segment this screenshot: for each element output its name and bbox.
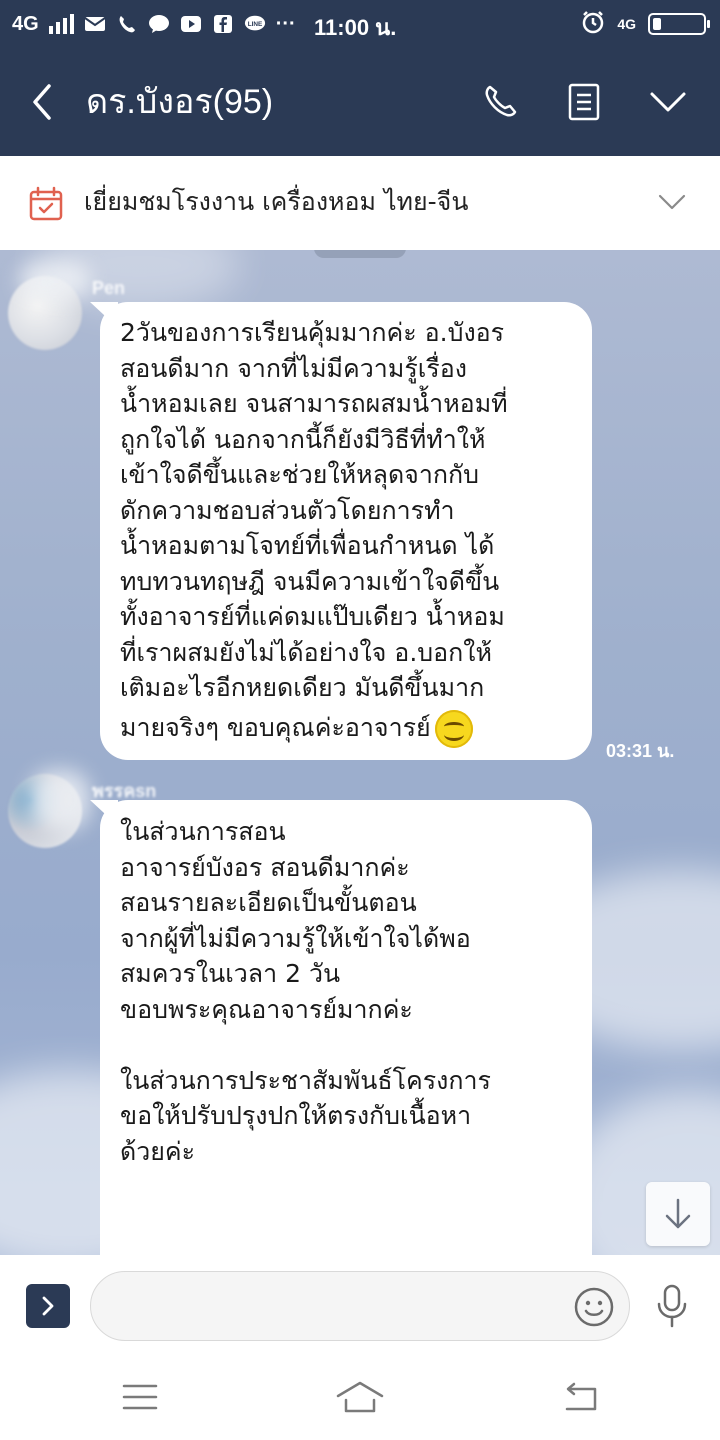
- expand-button[interactable]: [26, 1284, 70, 1328]
- more-icon: ···: [275, 12, 296, 35]
- back-nav-button[interactable]: [550, 1375, 610, 1419]
- message-time: 03:31 น.: [606, 741, 675, 761]
- calendar-icon: [29, 186, 63, 221]
- facebook-icon: [212, 15, 234, 33]
- message-line: 2วันของการเรียนคุ้มมากค่ะ อ.บังอร: [120, 318, 505, 347]
- phone-icon: [485, 85, 517, 117]
- smiley-icon: [574, 1287, 614, 1327]
- status-time: 11:00 น.: [314, 15, 397, 40]
- line-icon: LINE: [244, 15, 266, 33]
- message-line: เติมอะไรอีกหยดเดียว มันดีขึ้นมาก: [120, 673, 485, 702]
- menu-expand-button[interactable]: [644, 78, 692, 126]
- message-line: ทบทวนทฤษฎี จนมีความเข้าใจดีขึ้น: [120, 566, 500, 596]
- message-line: อาจารย์บังอร สอนดีมากค่ะ: [120, 852, 410, 882]
- message-bubble[interactable]: 2วันของการเรียนคุ้มมากค่ะ อ.บังอร สอนดีม…: [100, 302, 592, 760]
- signal-icon: [48, 14, 74, 34]
- chat-title: ดร.บังอร(95): [86, 83, 274, 121]
- navigation-bar: [0, 1355, 720, 1440]
- date-pill: [314, 250, 406, 258]
- message-line: ขอบพระคุณอาจารย์มากค่ะ: [120, 994, 413, 1024]
- message-last-line: มายจริงๆ ขอบคุณค่ะอาจารย์: [120, 709, 574, 748]
- message-line: มายจริงๆ ขอบคุณค่ะอาจารย์: [120, 712, 431, 742]
- message-line: จากผู้ที่ไม่มีความรู้ให้เข้าใจได้พอ: [120, 923, 471, 953]
- phone-icon: [116, 15, 138, 33]
- menu-button[interactable]: [110, 1375, 170, 1419]
- avatar-blur: [20, 260, 90, 300]
- message-line: น้ำหอมเลย จนสามารถผสมน้ำหอมที่: [120, 389, 508, 418]
- back-icon: [33, 84, 51, 120]
- microphone-icon: [657, 1284, 687, 1328]
- sender-name: Pen: [92, 278, 126, 298]
- message-line: ถูกใจได้ นอกจากนี้ก็ยังมีวิธีที่ทำให้: [120, 424, 486, 454]
- message-line: สมควรในเวลา 2 วัน: [120, 959, 341, 988]
- arrow-down-icon: [665, 1198, 691, 1229]
- svg-text:LINE: LINE: [247, 21, 262, 28]
- status-bar: 4G LINE ··· 11:00 น. 4G: [0, 0, 720, 48]
- alarm-icon: [581, 10, 605, 37]
- message-bubble[interactable]: ในส่วนการสอน อาจารย์บังอร สอนดีมากค่ะ สอ…: [100, 800, 592, 1255]
- message-line: ขอให้ปรับปรุงปกให้ตรงกับเนื้อหา: [120, 1101, 472, 1130]
- message-line: สอนดีมาก จากที่ไม่มีความรู้เรื่อง: [120, 353, 467, 383]
- youtube-icon: [180, 15, 202, 33]
- mail-icon: [84, 15, 106, 33]
- smile-emoji-icon: [434, 709, 473, 748]
- message-line: ในส่วนการสอน: [120, 817, 286, 846]
- status-right: 4G: [581, 10, 710, 37]
- voice-button[interactable]: [650, 1281, 694, 1331]
- message-line: [120, 1027, 574, 1063]
- network-label-right: 4G: [617, 15, 636, 32]
- message-line: น้ำหอมตามโจทย์ที่เพื่อนกำหนด ได้: [120, 531, 495, 560]
- home-button[interactable]: [330, 1375, 390, 1419]
- pinned-announcement[interactable]: เยี่ยมชมโรงงาน เครื่องหอม ไทย-จีน: [0, 156, 720, 250]
- pinned-title: เยี่ยมชมโรงงาน เครื่องหอม ไทย-จีน: [84, 187, 469, 216]
- status-left: 4G LINE ···: [12, 10, 296, 38]
- back-icon: [565, 1382, 597, 1411]
- input-bar: [0, 1255, 720, 1355]
- chevron-down-icon: [650, 92, 686, 112]
- chat-header: ดร.บังอร(95): [0, 48, 720, 156]
- network-label: 4G: [12, 12, 39, 35]
- avatar-blur: [30, 770, 90, 830]
- scroll-down-button[interactable]: [646, 1182, 710, 1246]
- battery-icon: [648, 12, 710, 35]
- home-icon: [336, 1381, 384, 1413]
- message-line: เข้าใจดีขึ้นและช่วยให้หลุดจากกับ: [120, 460, 480, 489]
- notes-button[interactable]: [560, 78, 608, 126]
- message-line: ที่เราผสมยังไม่ได้อย่างใจ อ.บอกให้: [120, 637, 492, 667]
- chevron-down-icon[interactable]: [656, 186, 688, 218]
- chat-icon: [148, 15, 170, 33]
- back-button[interactable]: [22, 78, 62, 126]
- message-line: ในส่วนการประชาสัมพันธ์โครงการ: [120, 1065, 491, 1095]
- emoji-button[interactable]: [572, 1285, 616, 1329]
- message-line: สอนรายละเอียดเป็นขั้นตอน: [120, 888, 417, 917]
- message-line: ด้วยค่ะ: [120, 1136, 196, 1166]
- call-button[interactable]: [476, 78, 524, 126]
- message-input[interactable]: [90, 1271, 630, 1341]
- message-line: ดักความชอบส่วนตัวโดยการทำ: [120, 495, 455, 525]
- chevron-right-icon: [42, 1296, 54, 1316]
- message-line: ทั้งอาจารย์ที่แค่ดมแป๊บเดียว น้ำหอม: [120, 602, 505, 631]
- chat-area[interactable]: Pen 2วันของการเรียนคุ้มมากค่ะ อ.บังอร สอ…: [0, 250, 720, 1255]
- notes-icon: [568, 83, 600, 121]
- menu-icon: [122, 1384, 158, 1410]
